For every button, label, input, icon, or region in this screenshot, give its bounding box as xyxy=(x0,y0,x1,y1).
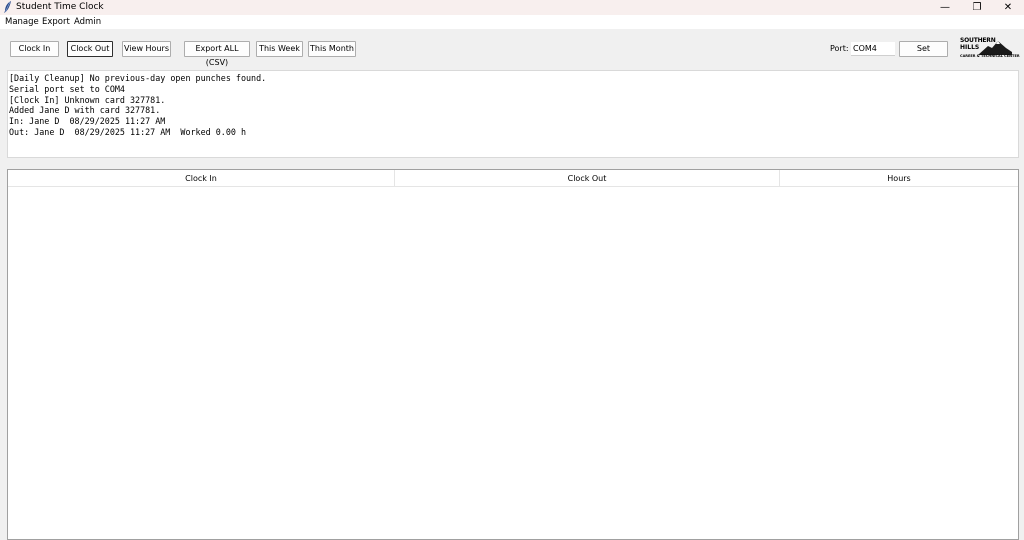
menu-bar: Manage Export Admin xyxy=(0,15,1024,29)
logo-line-3: CAREER & TECHNICAL CENTER xyxy=(960,54,1020,58)
punches-table[interactable]: Clock In Clock Out Hours xyxy=(7,169,1019,540)
window-title: Student Time Clock xyxy=(16,2,104,12)
clock-in-button[interactable]: Clock In xyxy=(10,41,59,57)
clock-out-button[interactable]: Clock Out xyxy=(67,41,113,57)
menu-manage[interactable]: Manage xyxy=(5,17,39,27)
this-week-button[interactable]: This Week xyxy=(256,41,303,57)
log-output[interactable]: [Daily Cleanup] No previous-day open pun… xyxy=(7,70,1019,158)
log-line: Added Jane D with card 327781. xyxy=(9,105,161,116)
column-header-clock-out[interactable]: Clock Out xyxy=(395,170,780,187)
menu-admin[interactable]: Admin xyxy=(74,17,101,27)
column-header-clock-in[interactable]: Clock In xyxy=(8,170,395,187)
menu-export[interactable]: Export xyxy=(42,17,70,27)
minimize-button[interactable]: — xyxy=(930,0,960,15)
set-port-button[interactable]: Set xyxy=(899,41,948,57)
column-header-hours[interactable]: Hours xyxy=(780,170,1018,187)
port-label: Port: xyxy=(830,44,849,53)
close-button[interactable]: ✕ xyxy=(993,0,1023,15)
restore-icon: ❐ xyxy=(972,2,982,13)
log-line: [Daily Cleanup] No previous-day open pun… xyxy=(9,73,267,83)
this-month-button[interactable]: This Month xyxy=(308,41,356,57)
school-logo: SOUTHERN HILLS CAREER & TECHNICAL CENTER xyxy=(960,37,1020,61)
minimize-icon: — xyxy=(940,2,950,13)
feather-app-icon xyxy=(4,1,11,13)
export-all-csv-button[interactable]: Export ALL (CSV) xyxy=(184,41,250,67)
title-bar[interactable]: Student Time Clock — ❐ ✕ xyxy=(0,0,1024,15)
log-line: [Clock In] Unknown card 327781. xyxy=(9,94,166,105)
log-line: Out: Jane D 08/29/2025 11:27 AM Worked 0… xyxy=(9,126,246,137)
close-icon: ✕ xyxy=(1003,2,1013,13)
log-line: Serial port set to COM4 xyxy=(9,83,125,94)
log-line: In: Jane D 08/29/2025 11:27 AM xyxy=(9,116,166,127)
mountain-logo-icon xyxy=(978,41,1012,55)
maximize-button[interactable]: ❐ xyxy=(962,0,992,15)
view-hours-button[interactable]: View Hours xyxy=(122,41,171,57)
port-input[interactable]: COM4 xyxy=(851,42,895,56)
